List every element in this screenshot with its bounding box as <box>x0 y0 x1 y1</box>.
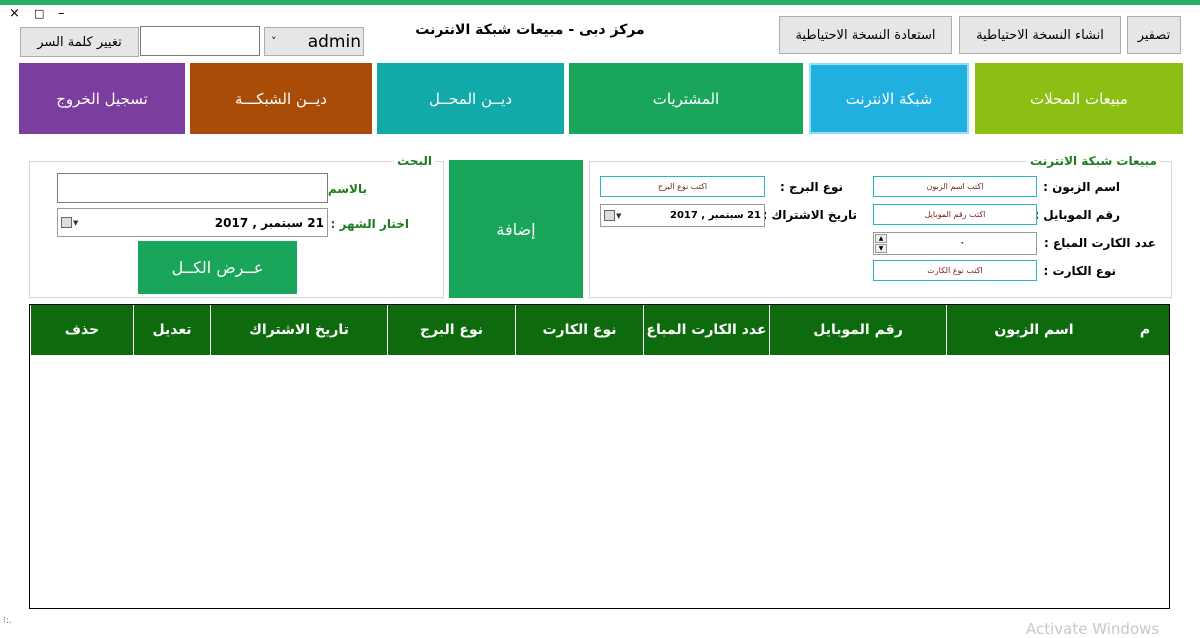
column-header-cards-sold[interactable]: عدد الكارت المباع <box>643 305 769 355</box>
search-group-title: البحث <box>394 154 435 168</box>
restore-backup-button[interactable]: استعادة النسخة الاحتياطية <box>779 16 952 54</box>
customer-label: اسم الزبون : <box>1043 180 1120 194</box>
close-icon[interactable]: × <box>9 7 20 21</box>
clear-button[interactable]: تصفير <box>1127 16 1181 54</box>
sales-group-title: مبيعات شبكة الانترنت <box>1026 154 1160 168</box>
subscription-date-value: 21 سبتمبر , 2017 <box>669 210 761 221</box>
calendar-icon[interactable]: ▼ <box>61 217 78 228</box>
sales-table[interactable]: م اسم الزبون رقم الموبايل عدد الكارت الم… <box>29 304 1170 609</box>
minimize-icon[interactable]: – <box>58 7 65 21</box>
mobile-number-input[interactable]: اكتب رقم الموبايل <box>873 204 1037 225</box>
password-field[interactable] <box>140 26 260 56</box>
window-title: مركز دبى - مبيعات شبكة الانترنت <box>415 22 645 38</box>
subscription-date-picker[interactable]: 21 سبتمبر , 2017 ▼ <box>600 204 765 227</box>
chevron-down-icon: ˅ <box>271 35 277 48</box>
column-header-card-type[interactable]: نوع الكارت <box>515 305 643 355</box>
tower-type-input[interactable]: اكتب نوع البرج <box>600 176 765 197</box>
stepper-down-icon[interactable]: ▼ <box>875 244 887 253</box>
add-button[interactable]: إضافة <box>449 160 583 298</box>
cards-sold-stepper[interactable]: ▲ ▼ ٠ <box>873 232 1037 255</box>
resize-grip-icon[interactable]: ⁝:. <box>3 616 12 626</box>
calendar-icon[interactable]: ▼ <box>604 210 621 221</box>
tile-logout[interactable]: تسجيل الخروج <box>19 63 185 134</box>
show-all-button[interactable]: عــرض الكــل <box>138 241 297 294</box>
mobile-label: رقم الموبايل : <box>1034 208 1120 222</box>
user-select-value: admin <box>307 31 361 52</box>
maximize-icon[interactable]: □ <box>34 7 44 21</box>
cards-sold-label: عدد الكارت المباع : <box>1044 236 1156 250</box>
tower-type-label: نوع البرج : <box>779 180 843 194</box>
search-name-input[interactable] <box>57 173 328 203</box>
column-header-customer[interactable]: اسم الزبون <box>946 305 1121 355</box>
tile-shop-debt[interactable]: ديــن المحــل <box>377 63 564 134</box>
column-header-tower-type[interactable]: نوع البرج <box>387 305 515 355</box>
subscription-date-label: تاريخ الاشتراك : <box>762 208 857 222</box>
tile-shop-sales[interactable]: مبيعات المحلات <box>975 63 1183 134</box>
tile-purchases[interactable]: المشتريات <box>569 63 803 134</box>
search-month-label: اختار الشهر : <box>330 217 409 231</box>
change-password-button[interactable]: تغيير كلمة السر <box>20 27 139 57</box>
tile-network-debt[interactable]: ديــن الشبكـــة <box>190 63 372 134</box>
column-header-delete[interactable]: حذف <box>30 305 133 355</box>
cards-sold-value: ٠ <box>959 235 966 249</box>
column-header-edit[interactable]: تعديل <box>133 305 210 355</box>
top-accent-bar <box>0 0 1200 5</box>
card-type-label: نوع الكارت : <box>1043 264 1116 278</box>
search-month-value: 21 سبتمبر , 2017 <box>214 215 324 230</box>
user-select[interactable]: ˅ admin <box>264 27 364 56</box>
stepper-up-icon[interactable]: ▲ <box>875 234 887 243</box>
activation-watermark: Activate Windows <box>1026 620 1160 638</box>
column-header-mobile[interactable]: رقم الموبايل <box>769 305 946 355</box>
column-header-subscription-date[interactable]: تاريخ الاشتراك <box>210 305 387 355</box>
tile-internet-network[interactable]: شبكة الانترنت <box>809 63 969 134</box>
column-header-index[interactable]: م <box>1121 305 1169 355</box>
create-backup-button[interactable]: انشاء النسخة الاحتياطية <box>959 16 1121 54</box>
search-month-picker[interactable]: 21 سبتمبر , 2017 ▼ <box>57 208 328 237</box>
card-type-input[interactable]: اكتب نوع الكارت <box>873 260 1037 281</box>
customer-name-input[interactable]: اكتب اسم الزبون <box>873 176 1037 197</box>
table-header: م اسم الزبون رقم الموبايل عدد الكارت الم… <box>30 305 1169 355</box>
